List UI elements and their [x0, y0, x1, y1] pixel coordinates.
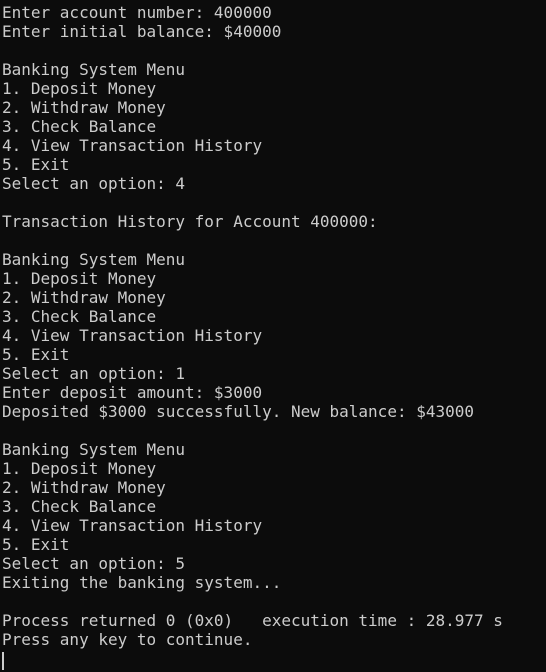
console-line: 2. Withdraw Money — [2, 288, 166, 307]
console-line: 4. View Transaction History — [2, 326, 263, 345]
console-line: 1. Deposit Money — [2, 79, 157, 98]
console-line: 4. View Transaction History — [2, 516, 263, 535]
console-output: Enter account number: 400000 Enter initi… — [0, 0, 546, 672]
console-line: Enter deposit amount: $3000 — [2, 383, 263, 402]
console-line: 4. View Transaction History — [2, 136, 263, 155]
console-line: Banking System Menu — [2, 440, 186, 459]
console-line: 5. Exit — [2, 345, 70, 364]
console-line: Transaction History for Account 400000: — [2, 212, 378, 231]
console-line: 3. Check Balance — [2, 497, 157, 516]
console-line: 3. Check Balance — [2, 307, 157, 326]
console-line: 1. Deposit Money — [2, 459, 157, 478]
console-line: Banking System Menu — [2, 60, 186, 79]
console-line: Process returned 0 (0x0) execution time … — [2, 611, 503, 630]
console-line: 1. Deposit Money — [2, 269, 157, 288]
console-line: Exiting the banking system... — [2, 573, 282, 592]
console-line: Enter initial balance: $40000 — [2, 22, 282, 41]
console-line: Deposited $3000 successfully. New balanc… — [2, 402, 475, 421]
console-line: Enter account number: 400000 — [2, 3, 272, 22]
console-line: 3. Check Balance — [2, 117, 157, 136]
console-line: Banking System Menu — [2, 250, 186, 269]
console-line: Select an option: 1 — [2, 364, 186, 383]
console-line: Select an option: 4 — [2, 174, 186, 193]
text-cursor[interactable] — [2, 652, 4, 670]
console-line: Press any key to continue. — [2, 630, 253, 649]
console-line: 5. Exit — [2, 535, 70, 554]
console-line: 2. Withdraw Money — [2, 478, 166, 497]
console-line: 2. Withdraw Money — [2, 98, 166, 117]
console-line: Select an option: 5 — [2, 554, 186, 573]
console-line: 5. Exit — [2, 155, 70, 174]
